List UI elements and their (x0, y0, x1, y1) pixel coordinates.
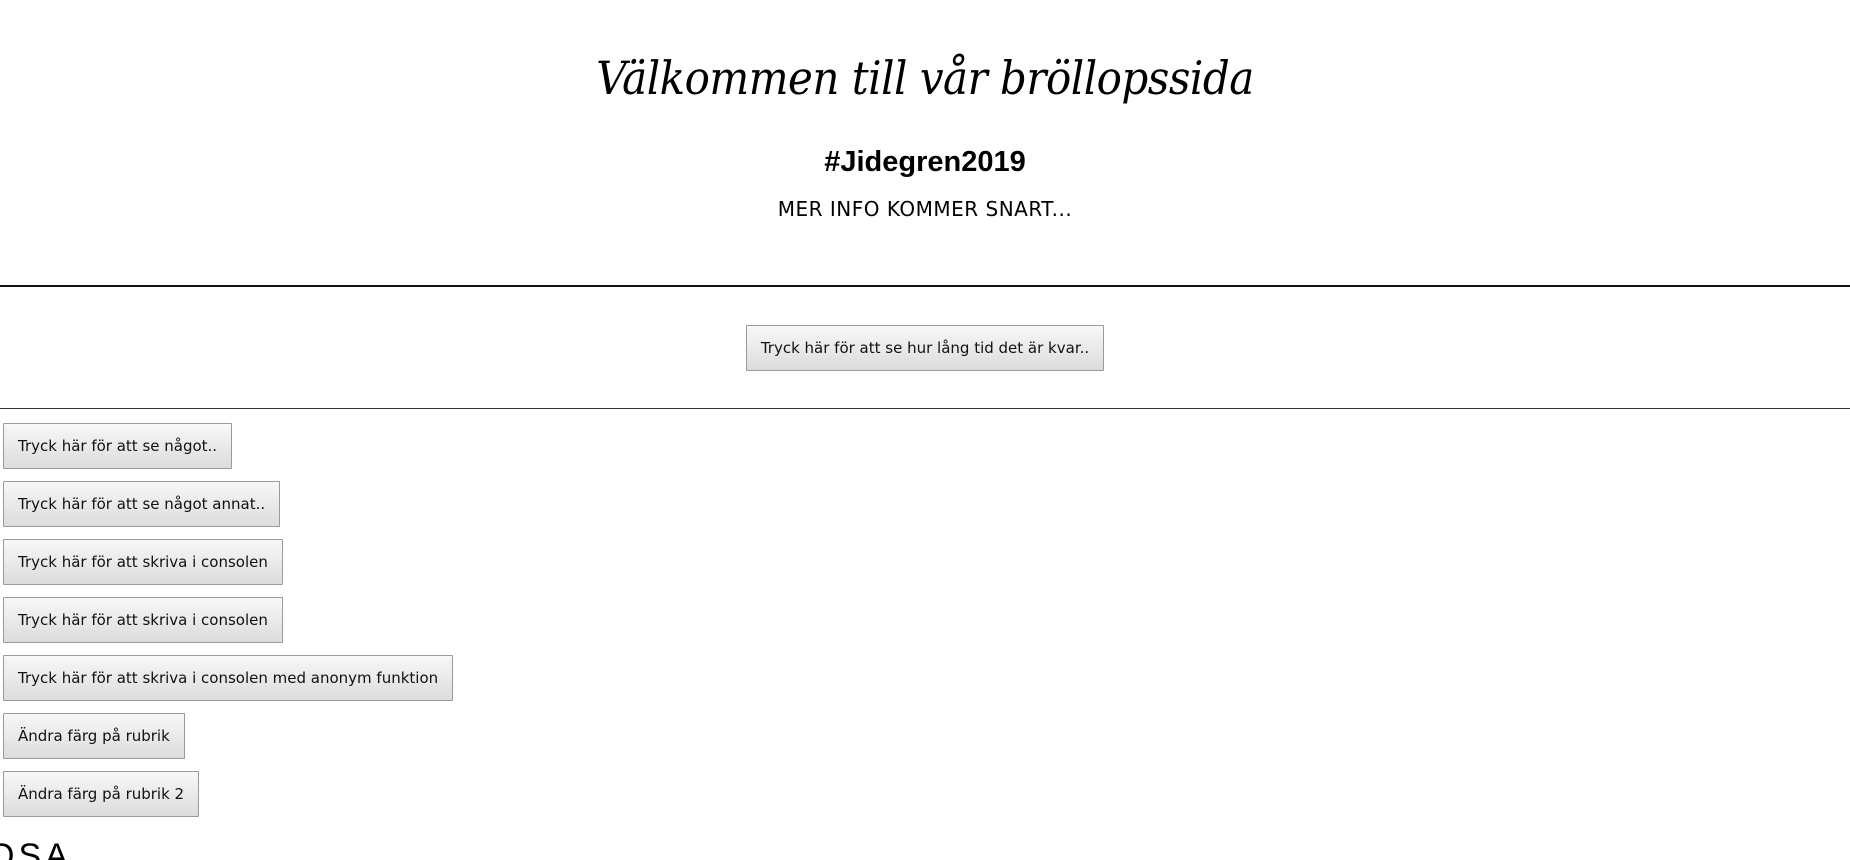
show-something-else-button[interactable]: Tryck här för att se något annat.. (3, 481, 281, 527)
write-console-anonymous-button[interactable]: Tryck här för att skriva i consolen med … (3, 655, 454, 701)
page-header: Välkommen till vår bröllopssida #Jidegre… (0, 0, 1850, 224)
top-divider (0, 285, 1850, 287)
info-text: MER INFO KOMMER SNART... (777, 197, 1073, 221)
write-console-button-2[interactable]: Tryck här för att skriva i consolen (3, 597, 283, 643)
hashtag-heading: #Jidegren2019 (824, 146, 1026, 178)
osa-heading: OSA (0, 837, 72, 860)
countdown-section: Tryck här för att se hur lång tid det är… (0, 325, 1850, 371)
change-heading-color-button[interactable]: Ändra färg på rubrik (3, 713, 185, 759)
countdown-button[interactable]: Tryck här för att se hur lång tid det är… (745, 325, 1105, 371)
page: Välkommen till vår bröllopssida #Jidegre… (0, 0, 1850, 860)
page-title: Välkommen till vår bröllopssida (596, 51, 1254, 105)
show-something-button[interactable]: Tryck här för att se något.. (3, 423, 233, 469)
demo-button-list: Tryck här för att se något.. Tryck här f… (3, 423, 454, 829)
bottom-divider (0, 408, 1850, 409)
write-console-button[interactable]: Tryck här för att skriva i consolen (3, 539, 283, 585)
change-heading-color-2-button[interactable]: Ändra färg på rubrik 2 (3, 771, 200, 817)
